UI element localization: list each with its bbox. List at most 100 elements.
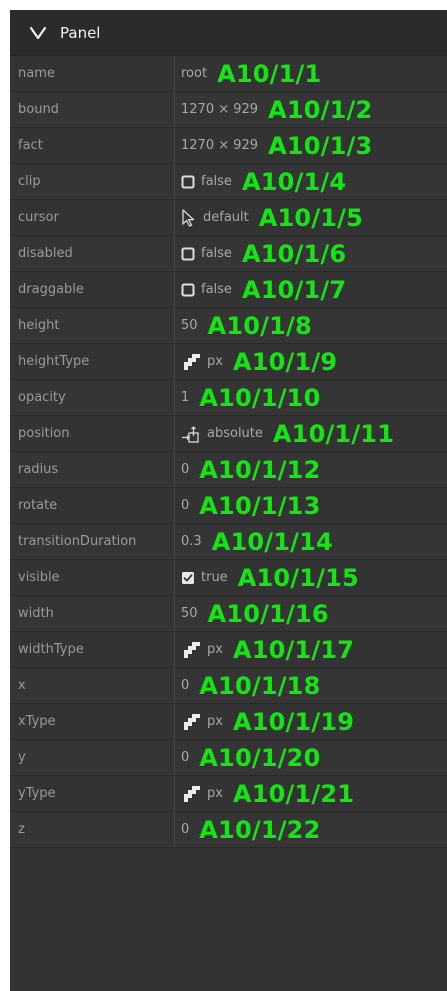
property-row-name[interactable]: name root A10/1/1 bbox=[10, 56, 447, 92]
annotation-label: A10/1/2 bbox=[268, 96, 373, 124]
property-value-text: px bbox=[207, 714, 223, 729]
property-key: z bbox=[10, 812, 175, 848]
pixel-grid-icon bbox=[181, 785, 201, 803]
annotation-label: A10/1/16 bbox=[207, 600, 329, 628]
checkbox-checked-icon[interactable] bbox=[181, 571, 195, 585]
property-value[interactable]: px A10/1/21 bbox=[181, 776, 354, 812]
property-value-text: false bbox=[201, 174, 232, 189]
property-key: visible bbox=[10, 560, 175, 596]
property-value-text: 1270 × 929 bbox=[181, 138, 259, 153]
property-value[interactable]: 1 A10/1/10 bbox=[181, 380, 320, 416]
property-row-rotate[interactable]: rotate 0 A10/1/13 bbox=[10, 488, 447, 524]
checkbox-unchecked-icon[interactable] bbox=[181, 283, 195, 297]
annotation-label: A10/1/3 bbox=[268, 132, 373, 160]
property-key: name bbox=[10, 56, 175, 92]
property-value[interactable]: 1270 × 929 A10/1/2 bbox=[181, 92, 372, 128]
property-row-radius[interactable]: radius 0 A10/1/12 bbox=[10, 452, 447, 488]
property-value[interactable]: true A10/1/15 bbox=[181, 560, 359, 596]
property-value[interactable]: 0.3 A10/1/14 bbox=[181, 524, 333, 560]
property-key: x bbox=[10, 668, 175, 704]
property-value-text: 1270 × 929 bbox=[181, 102, 259, 117]
property-key: rotate bbox=[10, 488, 175, 524]
property-value[interactable]: 0 A10/1/20 bbox=[181, 740, 320, 776]
property-row-x[interactable]: x 0 A10/1/18 bbox=[10, 668, 447, 704]
property-value[interactable]: 1270 × 929 A10/1/3 bbox=[181, 128, 372, 164]
annotation-label: A10/1/20 bbox=[199, 744, 321, 772]
pixel-grid-icon bbox=[181, 353, 201, 371]
property-row-disabled[interactable]: disabled false A10/1/6 bbox=[10, 236, 447, 272]
property-value[interactable]: 0 A10/1/12 bbox=[181, 452, 320, 488]
checkbox-unchecked-icon[interactable] bbox=[181, 247, 195, 261]
property-value-text: 0 bbox=[181, 462, 190, 477]
property-value-text: 50 bbox=[181, 606, 198, 621]
property-list: name root A10/1/1 bound 1270 × 929 A10/1/2 fac… bbox=[10, 56, 447, 848]
annotation-label: A10/1/7 bbox=[241, 276, 347, 304]
property-row-bound[interactable]: bound 1270 × 929 A10/1/2 bbox=[10, 92, 447, 128]
property-value[interactable]: 50 A10/1/8 bbox=[181, 308, 312, 344]
property-value[interactable]: root A10/1/1 bbox=[181, 56, 321, 92]
property-value[interactable]: 0 A10/1/18 bbox=[181, 668, 320, 704]
property-row-transitionduration[interactable]: transitionDuration 0.3 A10/1/14 bbox=[10, 524, 447, 560]
property-row-ytype[interactable]: yType px A10/1/21 bbox=[10, 776, 447, 812]
properties-panel: Panel name root A10/1/1 bound 1270 × 929 A10/… bbox=[10, 10, 447, 991]
annotation-label: A10/1/22 bbox=[199, 816, 321, 844]
checkbox-unchecked-icon[interactable] bbox=[181, 175, 195, 189]
property-key: clip bbox=[10, 164, 175, 200]
annotation-label: A10/1/1 bbox=[217, 60, 322, 88]
property-value-text: default bbox=[203, 210, 249, 225]
property-key: width bbox=[10, 596, 175, 632]
annotation-label: A10/1/6 bbox=[241, 240, 347, 268]
cursor-arrow-icon bbox=[181, 209, 197, 227]
property-row-height[interactable]: height 50 A10/1/8 bbox=[10, 308, 447, 344]
property-row-widthtype[interactable]: widthType px A10/1/17 bbox=[10, 632, 447, 668]
property-value-text: 1 bbox=[181, 390, 190, 405]
property-row-heighttype[interactable]: heightType px A10/1/9 bbox=[10, 344, 447, 380]
property-row-z[interactable]: z 0 A10/1/22 bbox=[10, 812, 447, 848]
property-value-text: absolute bbox=[207, 426, 263, 441]
property-value[interactable]: px A10/1/17 bbox=[181, 632, 354, 668]
property-value-text: px bbox=[207, 786, 223, 801]
property-row-fact[interactable]: fact 1270 × 929 A10/1/3 bbox=[10, 128, 447, 164]
annotation-label: A10/1/13 bbox=[199, 492, 321, 520]
property-row-clip[interactable]: clip false A10/1/4 bbox=[10, 164, 447, 200]
annotation-label: A10/1/10 bbox=[199, 384, 321, 412]
property-row-position[interactable]: position absolute A10/1/11 bbox=[10, 416, 447, 452]
annotation-label: A10/1/12 bbox=[199, 456, 321, 484]
property-key: opacity bbox=[10, 380, 175, 416]
property-row-y[interactable]: y 0 A10/1/20 bbox=[10, 740, 447, 776]
annotation-label: A10/1/8 bbox=[207, 312, 312, 340]
property-value[interactable]: false A10/1/4 bbox=[181, 164, 346, 200]
panel-header[interactable]: Panel bbox=[10, 10, 447, 56]
property-value[interactable]: 0 A10/1/13 bbox=[181, 488, 320, 524]
property-key: yType bbox=[10, 776, 175, 812]
property-row-draggable[interactable]: draggable false A10/1/7 bbox=[10, 272, 447, 308]
property-value-text: 0 bbox=[181, 678, 190, 693]
annotation-label: A10/1/9 bbox=[232, 348, 338, 376]
property-value-text: 0 bbox=[181, 498, 190, 513]
property-value[interactable]: false A10/1/6 bbox=[181, 236, 346, 272]
property-row-cursor[interactable]: cursor default A10/1/5 bbox=[10, 200, 447, 236]
property-key: fact bbox=[10, 128, 175, 164]
property-row-width[interactable]: width 50 A10/1/16 bbox=[10, 596, 447, 632]
property-key: position bbox=[10, 416, 175, 452]
property-value-text: root bbox=[181, 66, 208, 81]
property-value[interactable]: default A10/1/5 bbox=[181, 200, 363, 236]
property-value-text: 0.3 bbox=[181, 534, 202, 549]
property-value-text: false bbox=[201, 282, 232, 297]
property-key: draggable bbox=[10, 272, 175, 308]
property-value[interactable]: 0 A10/1/22 bbox=[181, 812, 320, 848]
property-row-xtype[interactable]: xType px A10/1/19 bbox=[10, 704, 447, 740]
property-row-opacity[interactable]: opacity 1 A10/1/10 bbox=[10, 380, 447, 416]
property-value[interactable]: false A10/1/7 bbox=[181, 272, 346, 308]
pixel-grid-icon bbox=[181, 713, 201, 731]
pixel-grid-icon bbox=[181, 641, 201, 659]
property-key: disabled bbox=[10, 236, 175, 272]
property-value[interactable]: absolute A10/1/11 bbox=[181, 416, 394, 452]
property-row-visible[interactable]: visible true A10/1/15 bbox=[10, 560, 447, 596]
property-value[interactable]: 50 A10/1/16 bbox=[181, 596, 329, 632]
property-value[interactable]: px A10/1/9 bbox=[181, 344, 337, 380]
chevron-down-icon[interactable] bbox=[28, 23, 48, 43]
property-value-text: 0 bbox=[181, 750, 190, 765]
property-value[interactable]: px A10/1/19 bbox=[181, 704, 354, 740]
position-absolute-icon bbox=[181, 425, 201, 443]
